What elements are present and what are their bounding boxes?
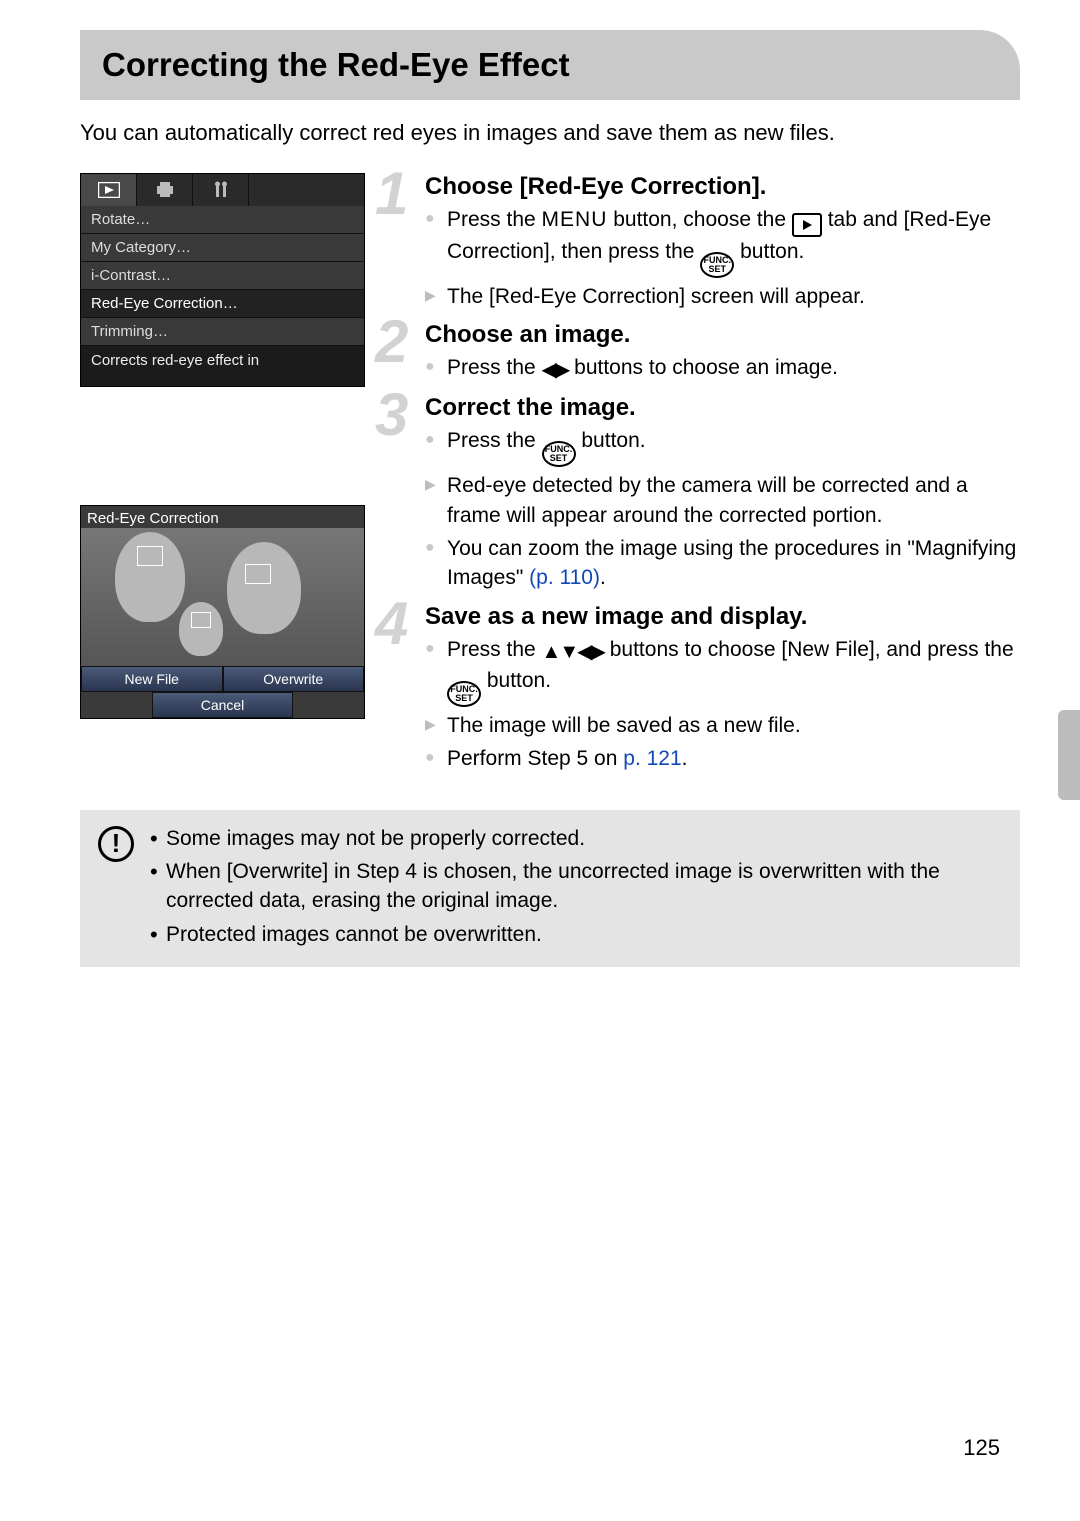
step-line: Press the ▲▼◀▶ buttons to choose [New Fi… bbox=[425, 635, 1020, 707]
camera-menu-item: Rotate… bbox=[81, 206, 364, 234]
step-line: Press the MENU button, choose the tab an… bbox=[425, 205, 1020, 278]
step-number: 3 bbox=[375, 380, 408, 449]
step: 3Correct the image.Press the FUNC.SET bu… bbox=[393, 394, 1020, 593]
overwrite-button: Overwrite bbox=[223, 666, 365, 692]
redeye-title: Red-Eye Correction bbox=[87, 510, 219, 527]
redeye-preview-screenshot: Red-Eye Correction New File Overwrite bbox=[80, 505, 365, 719]
camera-menu-hint: Corrects red-eye effect in bbox=[81, 346, 364, 379]
camera-menu-item: Trimming… bbox=[81, 318, 364, 346]
menu-label: MENU bbox=[542, 208, 608, 231]
playback-tab-icon bbox=[81, 174, 137, 206]
page-title-bar: Correcting the Red-Eye Effect bbox=[80, 30, 1020, 100]
step-title: Save as a new image and display. bbox=[425, 603, 1020, 631]
step-line: You can zoom the image using the procedu… bbox=[425, 534, 1020, 593]
page-reference[interactable]: p. 121 bbox=[623, 747, 681, 770]
caution-item: When [Overwrite] in Step 4 is chosen, th… bbox=[150, 857, 1002, 916]
caution-box: ! Some images may not be properly correc… bbox=[80, 810, 1020, 968]
page-title: Correcting the Red-Eye Effect bbox=[102, 46, 998, 84]
camera-menu-item: My Category… bbox=[81, 234, 364, 262]
page-reference[interactable]: (p. 110) bbox=[529, 566, 600, 589]
new-file-button: New File bbox=[81, 666, 223, 692]
step: 4Save as a new image and display.Press t… bbox=[393, 603, 1020, 774]
step-line: The image will be saved as a new file. bbox=[425, 711, 1020, 740]
step-line: Press the ◀▶ buttons to choose an image. bbox=[425, 353, 1020, 384]
step-line: Press the FUNC.SET button. bbox=[425, 426, 1020, 467]
caution-icon: ! bbox=[98, 826, 134, 862]
step-line: Red-eye detected by the camera will be c… bbox=[425, 471, 1020, 530]
step: 1Choose [Red-Eye Correction].Press the M… bbox=[393, 173, 1020, 311]
page-number: 125 bbox=[963, 1435, 1000, 1461]
caution-item: Some images may not be properly correcte… bbox=[150, 824, 1002, 853]
func-set-icon: FUNC.SET bbox=[542, 441, 576, 467]
step-body: Press the FUNC.SET button.Red-eye detect… bbox=[425, 426, 1020, 593]
step-body: Press the ▲▼◀▶ buttons to choose [New Fi… bbox=[425, 635, 1020, 774]
step-title: Choose an image. bbox=[425, 321, 1020, 349]
step-number: 2 bbox=[375, 307, 408, 376]
camera-menu-item: i-Contrast… bbox=[81, 262, 364, 290]
cancel-button: Cancel bbox=[152, 692, 294, 718]
left-right-arrows-icon: ◀▶ bbox=[542, 359, 569, 381]
step-line: Perform Step 5 on p. 121. bbox=[425, 744, 1020, 773]
step-title: Correct the image. bbox=[425, 394, 1020, 422]
camera-menu-item: Red-Eye Correction… bbox=[81, 290, 364, 318]
camera-menu-screenshot: Rotate…My Category…i-Contrast…Red-Eye Co… bbox=[80, 173, 365, 387]
page-intro: You can automatically correct red eyes i… bbox=[80, 118, 1020, 149]
step-body: Press the MENU button, choose the tab an… bbox=[425, 205, 1020, 311]
step-title: Choose [Red-Eye Correction]. bbox=[425, 173, 1020, 201]
playback-icon bbox=[792, 213, 822, 237]
step-body: Press the ◀▶ buttons to choose an image. bbox=[425, 353, 1020, 384]
step-line: The [Red-Eye Correction] screen will app… bbox=[425, 282, 1020, 311]
caution-item: Protected images cannot be overwritten. bbox=[150, 920, 1002, 949]
step-number: 4 bbox=[375, 589, 408, 658]
up-down-left-right-arrows-icon: ▲▼◀▶ bbox=[542, 641, 604, 663]
func-set-icon: FUNC.SET bbox=[700, 252, 734, 278]
step: 2Choose an image.Press the ◀▶ buttons to… bbox=[393, 321, 1020, 384]
tools-tab-icon bbox=[193, 174, 249, 206]
step-number: 1 bbox=[375, 159, 408, 228]
print-tab-icon bbox=[137, 174, 193, 206]
func-set-icon: FUNC.SET bbox=[447, 681, 481, 707]
section-tab bbox=[1058, 710, 1080, 800]
